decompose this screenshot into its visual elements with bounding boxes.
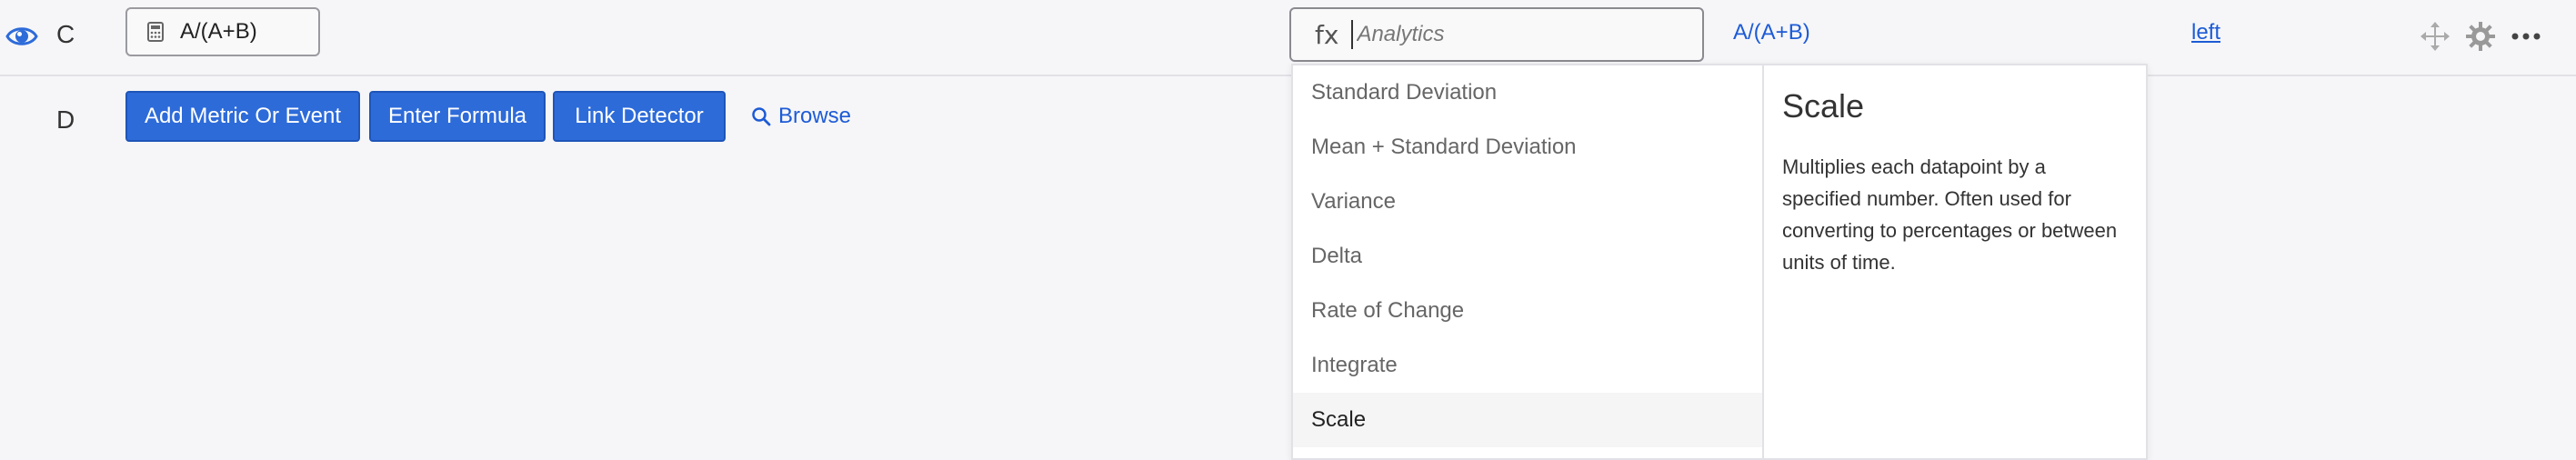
analytics-search-field[interactable]: fx bbox=[1289, 7, 1704, 62]
plot-row-d: D Add Metric Or Event Enter Formula Link… bbox=[0, 76, 2576, 167]
formula-value: A/(A+B) bbox=[180, 19, 257, 44]
analytics-dropdown: Standard Deviation Mean + Standard Devia… bbox=[1291, 64, 2148, 460]
option-standard-deviation[interactable]: Standard Deviation bbox=[1293, 65, 1762, 120]
browse-label: Browse bbox=[778, 104, 852, 128]
option-delta[interactable]: Delta bbox=[1293, 229, 1762, 284]
more-icon[interactable] bbox=[2510, 20, 2542, 53]
link-detector-button[interactable]: Link Detector bbox=[553, 91, 726, 142]
calculator-icon bbox=[147, 22, 164, 42]
enter-formula-button[interactable]: Enter Formula bbox=[369, 91, 546, 142]
option-mean-plus-standard-deviation[interactable]: Mean + Standard Deviation bbox=[1293, 120, 1762, 175]
plot-row-c: C A/(A+B) fx A/(A+B) left bbox=[0, 0, 2576, 76]
analytics-detail-panel: Scale Multiplies each datapoint by a spe… bbox=[1764, 65, 2146, 458]
row-actions bbox=[2419, 20, 2555, 53]
search-icon bbox=[752, 107, 771, 126]
gear-icon[interactable] bbox=[2464, 20, 2497, 53]
add-metric-button[interactable]: Add Metric Or Event bbox=[125, 91, 360, 142]
option-rate-of-change[interactable]: Rate of Change bbox=[1293, 284, 1762, 338]
detail-description: Multiplies each datapoint by a specified… bbox=[1782, 155, 2118, 274]
eye-icon[interactable] bbox=[5, 22, 38, 51]
detail-title: Scale bbox=[1782, 87, 1865, 125]
browse-link[interactable]: Browse bbox=[751, 104, 851, 129]
fx-icon: fx bbox=[1315, 19, 1339, 50]
formula-field[interactable]: A/(A+B) bbox=[125, 7, 320, 56]
row-letter: D bbox=[56, 105, 75, 134]
analytics-input[interactable] bbox=[1351, 20, 1687, 49]
axis-link[interactable]: left bbox=[2191, 20, 2220, 45]
option-integrate[interactable]: Integrate bbox=[1293, 338, 1762, 393]
move-icon[interactable] bbox=[2419, 20, 2451, 53]
option-scale[interactable]: Scale bbox=[1293, 393, 1762, 447]
option-variance[interactable]: Variance bbox=[1293, 175, 1762, 229]
row-letter: C bbox=[56, 20, 75, 48]
formula-link[interactable]: A/(A+B) bbox=[1733, 20, 1810, 45]
analytics-option-list: Standard Deviation Mean + Standard Devia… bbox=[1293, 65, 1764, 458]
